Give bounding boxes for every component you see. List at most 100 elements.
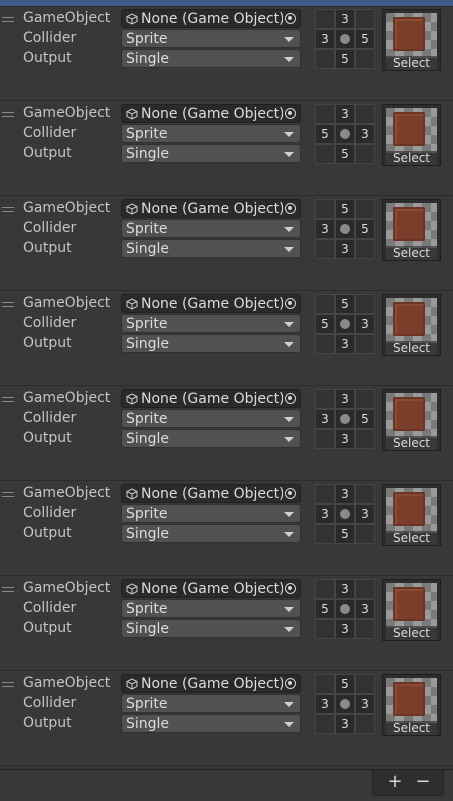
grid-center-cell[interactable] bbox=[335, 219, 355, 239]
gameobject-field[interactable]: None (Game Object) bbox=[121, 484, 301, 503]
grid-neighbor-cell[interactable]: 3 bbox=[335, 429, 355, 449]
grid-empty-cell[interactable] bbox=[355, 674, 375, 694]
grid-neighbor-cell[interactable]: 5 bbox=[315, 599, 335, 619]
grid-neighbor-cell[interactable]: 3 bbox=[335, 239, 355, 259]
collider-dropdown[interactable]: Sprite bbox=[121, 124, 301, 143]
remove-rule-button[interactable]: − bbox=[411, 771, 435, 793]
grid-empty-cell[interactable] bbox=[315, 239, 335, 259]
grid-neighbor-cell[interactable]: 3 bbox=[335, 619, 355, 639]
output-dropdown[interactable]: Single bbox=[121, 619, 301, 638]
select-sprite-button[interactable]: Select bbox=[386, 626, 437, 640]
drag-handle-icon[interactable] bbox=[2, 682, 14, 688]
drag-handle-icon[interactable] bbox=[2, 492, 14, 498]
collider-dropdown[interactable]: Sprite bbox=[121, 599, 301, 618]
grid-empty-cell[interactable] bbox=[355, 144, 375, 164]
grid-neighbor-cell[interactable]: 3 bbox=[335, 714, 355, 734]
collider-dropdown[interactable]: Sprite bbox=[121, 409, 301, 428]
sprite-preview[interactable]: Select bbox=[382, 104, 441, 166]
grid-neighbor-cell[interactable]: 5 bbox=[355, 29, 375, 49]
grid-neighbor-cell[interactable]: 3 bbox=[315, 29, 335, 49]
object-picker-icon[interactable] bbox=[285, 298, 296, 309]
sprite-preview[interactable]: Select bbox=[382, 389, 441, 451]
grid-empty-cell[interactable] bbox=[355, 9, 375, 29]
grid-empty-cell[interactable] bbox=[315, 199, 335, 219]
grid-neighbor-cell[interactable]: 5 bbox=[315, 124, 335, 144]
grid-empty-cell[interactable] bbox=[315, 144, 335, 164]
grid-empty-cell[interactable] bbox=[355, 579, 375, 599]
neighbor-rule-grid[interactable]: 5533 bbox=[315, 294, 375, 354]
drag-handle-icon[interactable] bbox=[2, 207, 14, 213]
select-sprite-button[interactable]: Select bbox=[386, 436, 437, 450]
grid-empty-cell[interactable] bbox=[315, 484, 335, 504]
object-picker-icon[interactable] bbox=[285, 108, 296, 119]
gameobject-field[interactable]: None (Game Object) bbox=[121, 579, 301, 598]
neighbor-rule-grid[interactable]: 3335 bbox=[315, 484, 375, 544]
grid-empty-cell[interactable] bbox=[315, 429, 335, 449]
collider-dropdown[interactable]: Sprite bbox=[121, 29, 301, 48]
grid-empty-cell[interactable] bbox=[355, 389, 375, 409]
grid-empty-cell[interactable] bbox=[315, 104, 335, 124]
gameobject-field[interactable]: None (Game Object) bbox=[121, 9, 301, 28]
object-picker-icon[interactable] bbox=[285, 488, 296, 499]
select-sprite-button[interactable]: Select bbox=[386, 531, 437, 545]
grid-empty-cell[interactable] bbox=[315, 579, 335, 599]
sprite-preview[interactable]: Select bbox=[382, 294, 441, 356]
grid-center-cell[interactable] bbox=[335, 599, 355, 619]
grid-empty-cell[interactable] bbox=[355, 714, 375, 734]
grid-neighbor-cell[interactable]: 3 bbox=[335, 389, 355, 409]
grid-empty-cell[interactable] bbox=[315, 49, 335, 69]
grid-neighbor-cell[interactable]: 5 bbox=[335, 144, 355, 164]
grid-empty-cell[interactable] bbox=[355, 619, 375, 639]
drag-handle-icon[interactable] bbox=[2, 587, 14, 593]
grid-neighbor-cell[interactable]: 3 bbox=[335, 579, 355, 599]
grid-neighbor-cell[interactable]: 5 bbox=[335, 524, 355, 544]
output-dropdown[interactable]: Single bbox=[121, 49, 301, 68]
grid-empty-cell[interactable] bbox=[355, 294, 375, 314]
grid-empty-cell[interactable] bbox=[315, 294, 335, 314]
select-sprite-button[interactable]: Select bbox=[386, 151, 437, 165]
grid-neighbor-cell[interactable]: 3 bbox=[355, 599, 375, 619]
grid-center-cell[interactable] bbox=[335, 124, 355, 144]
grid-neighbor-cell[interactable]: 3 bbox=[355, 504, 375, 524]
object-picker-icon[interactable] bbox=[285, 583, 296, 594]
object-picker-icon[interactable] bbox=[285, 678, 296, 689]
grid-center-cell[interactable] bbox=[335, 29, 355, 49]
grid-empty-cell[interactable] bbox=[315, 714, 335, 734]
gameobject-field[interactable]: None (Game Object) bbox=[121, 104, 301, 123]
grid-neighbor-cell[interactable]: 5 bbox=[355, 219, 375, 239]
neighbor-rule-grid[interactable]: 3533 bbox=[315, 579, 375, 639]
grid-neighbor-cell[interactable]: 5 bbox=[335, 674, 355, 694]
grid-neighbor-cell[interactable]: 3 bbox=[315, 219, 335, 239]
grid-empty-cell[interactable] bbox=[355, 49, 375, 69]
gameobject-field[interactable]: None (Game Object) bbox=[121, 294, 301, 313]
collider-dropdown[interactable]: Sprite bbox=[121, 504, 301, 523]
grid-empty-cell[interactable] bbox=[355, 104, 375, 124]
neighbor-rule-grid[interactable]: 3535 bbox=[315, 104, 375, 164]
grid-neighbor-cell[interactable]: 3 bbox=[335, 484, 355, 504]
grid-empty-cell[interactable] bbox=[355, 524, 375, 544]
sprite-preview[interactable]: Select bbox=[382, 484, 441, 546]
grid-neighbor-cell[interactable]: 3 bbox=[335, 104, 355, 124]
drag-handle-icon[interactable] bbox=[2, 397, 14, 403]
select-sprite-button[interactable]: Select bbox=[386, 56, 437, 70]
sprite-preview[interactable]: Select bbox=[382, 199, 441, 261]
grid-center-cell[interactable] bbox=[335, 694, 355, 714]
grid-neighbor-cell[interactable]: 5 bbox=[335, 49, 355, 69]
grid-neighbor-cell[interactable]: 3 bbox=[315, 694, 335, 714]
grid-center-cell[interactable] bbox=[335, 409, 355, 429]
collider-dropdown[interactable]: Sprite bbox=[121, 314, 301, 333]
neighbor-rule-grid[interactable]: 3355 bbox=[315, 9, 375, 69]
neighbor-rule-grid[interactable]: 5353 bbox=[315, 199, 375, 259]
drag-handle-icon[interactable] bbox=[2, 112, 14, 118]
grid-neighbor-cell[interactable]: 5 bbox=[335, 294, 355, 314]
grid-empty-cell[interactable] bbox=[315, 389, 335, 409]
grid-empty-cell[interactable] bbox=[355, 334, 375, 354]
collider-dropdown[interactable]: Sprite bbox=[121, 219, 301, 238]
sprite-preview[interactable]: Select bbox=[382, 674, 441, 736]
output-dropdown[interactable]: Single bbox=[121, 524, 301, 543]
grid-empty-cell[interactable] bbox=[315, 334, 335, 354]
grid-center-cell[interactable] bbox=[335, 504, 355, 524]
gameobject-field[interactable]: None (Game Object) bbox=[121, 674, 301, 693]
grid-empty-cell[interactable] bbox=[315, 619, 335, 639]
grid-neighbor-cell[interactable]: 3 bbox=[335, 334, 355, 354]
